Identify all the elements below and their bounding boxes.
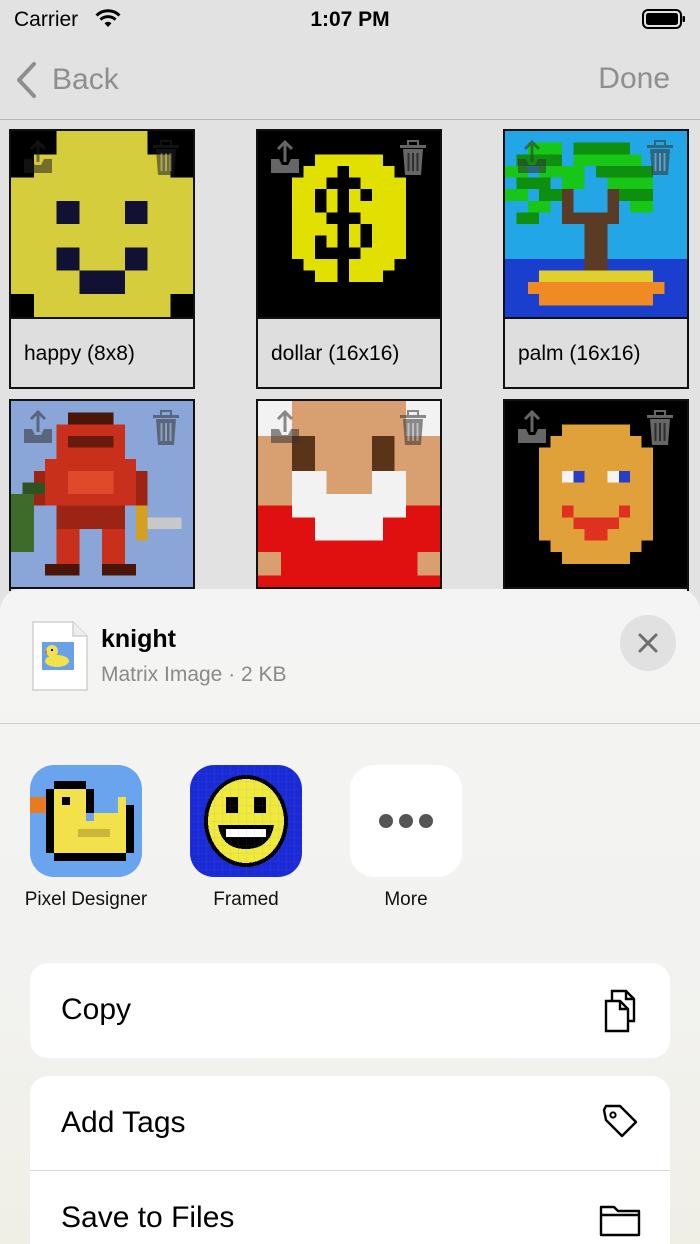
close-icon xyxy=(638,633,658,653)
chevron-left-icon xyxy=(17,62,36,98)
grid-item-knight[interactable] xyxy=(9,399,195,591)
share-icon[interactable] xyxy=(268,139,302,177)
grid-item-santa[interactable] xyxy=(256,399,442,591)
app-label: Framed xyxy=(213,889,279,910)
app-more[interactable]: More xyxy=(326,765,486,911)
more-icon xyxy=(350,765,462,877)
grid-item-happy[interactable]: happy (8x8) xyxy=(9,129,195,389)
app-framed[interactable]: Framed xyxy=(166,765,326,911)
tag-icon xyxy=(602,1104,638,1138)
grid-item-dollar[interactable]: dollar (16x16) xyxy=(256,129,442,389)
folder-icon xyxy=(599,1205,641,1237)
app-label: Pixel Designer xyxy=(24,889,148,910)
file-preview-icon xyxy=(32,621,88,691)
app-row: Pixel Designer Framed More xyxy=(0,765,700,915)
share-icon[interactable] xyxy=(515,409,549,447)
duck-app-icon xyxy=(30,765,142,877)
copy-icon xyxy=(604,989,636,1033)
status-bar: Carrier 1:07 PM xyxy=(0,0,700,40)
share-icon[interactable] xyxy=(21,139,55,177)
app-pixel-designer[interactable]: Pixel Designer xyxy=(6,765,166,911)
file-name: knight xyxy=(101,625,176,653)
share-sheet-header: knight Matrix Image · 2 KB xyxy=(0,589,700,724)
back-button[interactable]: Back xyxy=(14,58,119,102)
action-label: Add Tags xyxy=(61,1106,186,1139)
copy-card: Copy xyxy=(30,963,670,1058)
navigation-bar: Back Done xyxy=(0,40,700,120)
action-label: Copy xyxy=(61,993,132,1026)
grid-item-label: palm (16x16) xyxy=(505,317,687,387)
grid-item-label: dollar (16x16) xyxy=(258,317,440,387)
trash-icon[interactable] xyxy=(149,409,183,447)
grid-item-palm[interactable]: palm (16x16) xyxy=(503,129,689,389)
image-grid: happy (8x8) dollar (16x16) palm (16x16) xyxy=(0,121,700,591)
actions-card: Add Tags Save to Files xyxy=(30,1076,670,1244)
grid-item-label: happy (8x8) xyxy=(11,317,193,387)
grid-item-face[interactable] xyxy=(503,399,689,591)
share-icon[interactable] xyxy=(268,409,302,447)
trash-icon[interactable] xyxy=(643,139,677,177)
trash-icon[interactable] xyxy=(149,139,183,177)
share-icon[interactable] xyxy=(21,409,55,447)
app-label: More xyxy=(384,889,428,910)
trash-icon[interactable] xyxy=(396,409,430,447)
action-add-tags[interactable]: Add Tags xyxy=(30,1076,670,1171)
smiley-app-icon xyxy=(190,765,302,877)
share-sheet: knight Matrix Image · 2 KB Pixel Designe… xyxy=(0,589,700,1244)
trash-icon[interactable] xyxy=(396,139,430,177)
clock: 1:07 PM xyxy=(310,8,390,31)
share-icon[interactable] xyxy=(515,139,549,177)
file-meta: Matrix Image · 2 KB xyxy=(101,663,287,686)
battery-icon xyxy=(642,9,685,29)
ellipsis-icon xyxy=(379,814,433,828)
action-save-to-files[interactable]: Save to Files xyxy=(30,1171,670,1244)
close-button[interactable] xyxy=(620,615,676,671)
action-label: Save to Files xyxy=(61,1201,235,1234)
action-copy[interactable]: Copy xyxy=(30,963,670,1058)
done-button[interactable]: Done xyxy=(598,62,670,96)
back-label: Back xyxy=(52,63,119,96)
trash-icon[interactable] xyxy=(643,409,677,447)
